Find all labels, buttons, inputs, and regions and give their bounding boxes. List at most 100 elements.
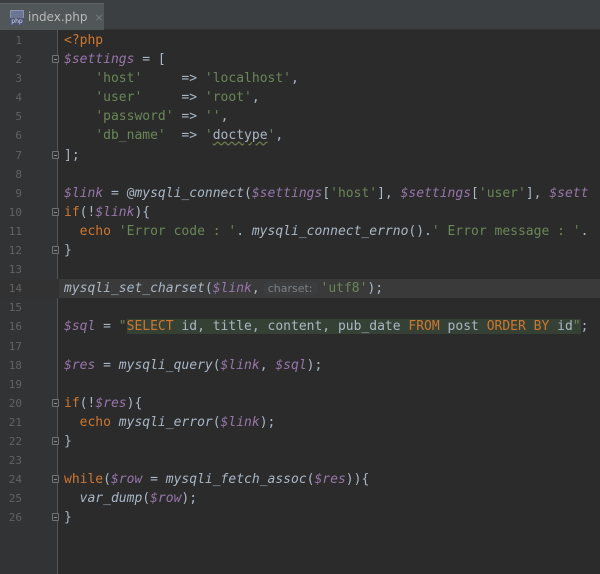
code-line[interactable]: 6 'db_name' => 'doctype',: [0, 126, 600, 145]
variable-token: $row: [150, 491, 182, 507]
code-line[interactable]: 15: [0, 298, 600, 317]
sql-keyword-token: SELECT: [126, 319, 182, 335]
code-line[interactable]: 8: [0, 165, 600, 184]
code-token: );: [259, 414, 276, 430]
code-line[interactable]: 26}: [0, 508, 600, 527]
code-editor[interactable]: 1 <?php 2 $settings = [3 'host' => 'localho…: [0, 30, 600, 574]
string-token: 'Error code : ': [118, 223, 237, 239]
fold-marker-icon[interactable]: [52, 246, 59, 255]
fold-marker-icon[interactable]: [52, 150, 59, 159]
code-token: );: [367, 281, 384, 297]
string-token: 'password': [95, 109, 174, 125]
sql-keyword-token: ORDER BY: [486, 319, 558, 335]
fold-marker-icon[interactable]: [52, 475, 59, 484]
fold-marker-icon[interactable]: [52, 513, 59, 522]
code-text: $res = mysqli_query($link, $sql);: [64, 356, 322, 375]
code-text: mysqli_set_charset($link, charset:'utf8')…: [64, 279, 383, 298]
variable-token: $link: [220, 414, 260, 430]
string-token: ' Error message : ': [431, 223, 581, 239]
code-token: ){: [126, 395, 143, 411]
variable-token: $link: [212, 281, 252, 297]
keyword-token: while: [64, 472, 104, 488]
code-line[interactable]: 7];: [0, 146, 600, 165]
line-number: 22: [8, 434, 22, 448]
tab-filename: index.php: [28, 10, 88, 24]
editor-tab-bar: php index.php ×: [0, 0, 600, 30]
code-token: ];: [64, 147, 80, 163]
fold-marker-icon[interactable]: [52, 207, 59, 216]
code-token: (: [204, 281, 213, 297]
code-token: }: [64, 510, 72, 526]
line-number: 1: [15, 34, 22, 47]
code-line[interactable]: 13: [0, 260, 600, 279]
line-number: 25: [8, 492, 22, 506]
function-token: mysqli_set_charset: [64, 281, 205, 297]
code-line[interactable]: 20 if(!$res){: [0, 394, 600, 413]
code-line[interactable]: 23: [0, 451, 600, 470]
code-line[interactable]: 9 $link = @mysqli_connect($settings['host…: [0, 184, 600, 203]
string-token: '': [204, 109, 221, 125]
code-text: if(!$link){: [64, 203, 150, 222]
code-token: ,: [259, 357, 276, 373]
code-line[interactable]: 11 echo 'Error code : '. mysqli_connect_…: [0, 222, 600, 241]
code-line[interactable]: 25 var_dump($row);: [0, 489, 600, 508]
code-text: echo 'Error code : '. mysqli_connect_err…: [64, 222, 589, 241]
code-line[interactable]: 2 $settings = [: [0, 50, 600, 69]
code-line[interactable]: 4 'user' => 'root',: [0, 88, 600, 107]
code-line[interactable]: 14 mysqli_set_charset($link, charset:'utf8…: [0, 279, 600, 299]
code-line[interactable]: 24 while($row = mysqli_fetch_assoc($res))…: [0, 470, 600, 489]
function-token: var_dump: [79, 491, 143, 507]
close-icon[interactable]: ×: [94, 11, 103, 24]
code-token: (: [142, 491, 151, 507]
string-token: 'db_name': [95, 128, 166, 144]
fold-marker-icon[interactable]: [52, 55, 59, 64]
code-token: =: [142, 472, 166, 488]
code-token: )){: [345, 472, 370, 488]
code-line[interactable]: 5 'password' => '',: [0, 107, 600, 126]
line-number: 4: [15, 91, 22, 105]
code-line[interactable]: 12}: [0, 241, 600, 260]
keyword-token: <?php: [64, 33, 104, 48]
line-number: 20: [8, 396, 22, 410]
sql-keyword-token: FROM: [408, 319, 448, 335]
function-token: mysqli_connect_errno: [251, 223, 409, 239]
code-line[interactable]: 22}: [0, 432, 600, 451]
code-text: $link = @mysqli_connect($settings['host'…: [64, 184, 588, 203]
code-line[interactable]: 17: [0, 337, 600, 356]
line-number: 26: [8, 511, 22, 525]
tab-index-php[interactable]: php index.php ×: [0, 3, 104, 30]
code-line[interactable]: 21 echo mysqli_error($link);: [0, 413, 600, 432]
code-token: .: [236, 223, 252, 239]
code-line[interactable]: 1 <?php: [0, 31, 600, 50]
string-token: 'host': [95, 71, 143, 87]
line-number: 19: [8, 377, 22, 391]
fold-marker-icon[interactable]: [52, 398, 59, 407]
variable-token: $settings: [64, 52, 135, 68]
line-number: 24: [8, 473, 22, 487]
variable-token: $settings: [400, 185, 472, 201]
code-line[interactable]: 16 $sql = "SELECT id, title, content, pub…: [0, 317, 600, 336]
variable-token: $link: [95, 204, 135, 220]
variable-token: $link: [220, 357, 260, 373]
function-token: mysqli_query: [118, 357, 213, 373]
code-line[interactable]: 3 'host' => 'localhost',: [0, 69, 600, 88]
code-token: =>: [165, 128, 205, 144]
code-line[interactable]: 10 if(!$link){: [0, 203, 600, 222]
code-line[interactable]: 18 $res = mysqli_query($link, $sql);: [0, 356, 600, 375]
code-token: (!: [79, 395, 96, 411]
code-text: echo mysqli_error($link);: [64, 413, 276, 432]
variable-token: $link: [64, 185, 104, 201]
variable-token: $sql: [275, 357, 307, 373]
line-number: 3: [15, 72, 22, 86]
string-token: 'host': [330, 185, 378, 201]
code-text: if(!$res){: [64, 394, 142, 413]
code-line[interactable]: 19: [0, 375, 600, 394]
fold-marker-icon[interactable]: [52, 436, 59, 445]
code-token: ;: [580, 319, 589, 335]
line-number: 7: [15, 148, 22, 162]
line-number: 12: [8, 244, 22, 258]
variable-token: $row: [110, 472, 143, 488]
